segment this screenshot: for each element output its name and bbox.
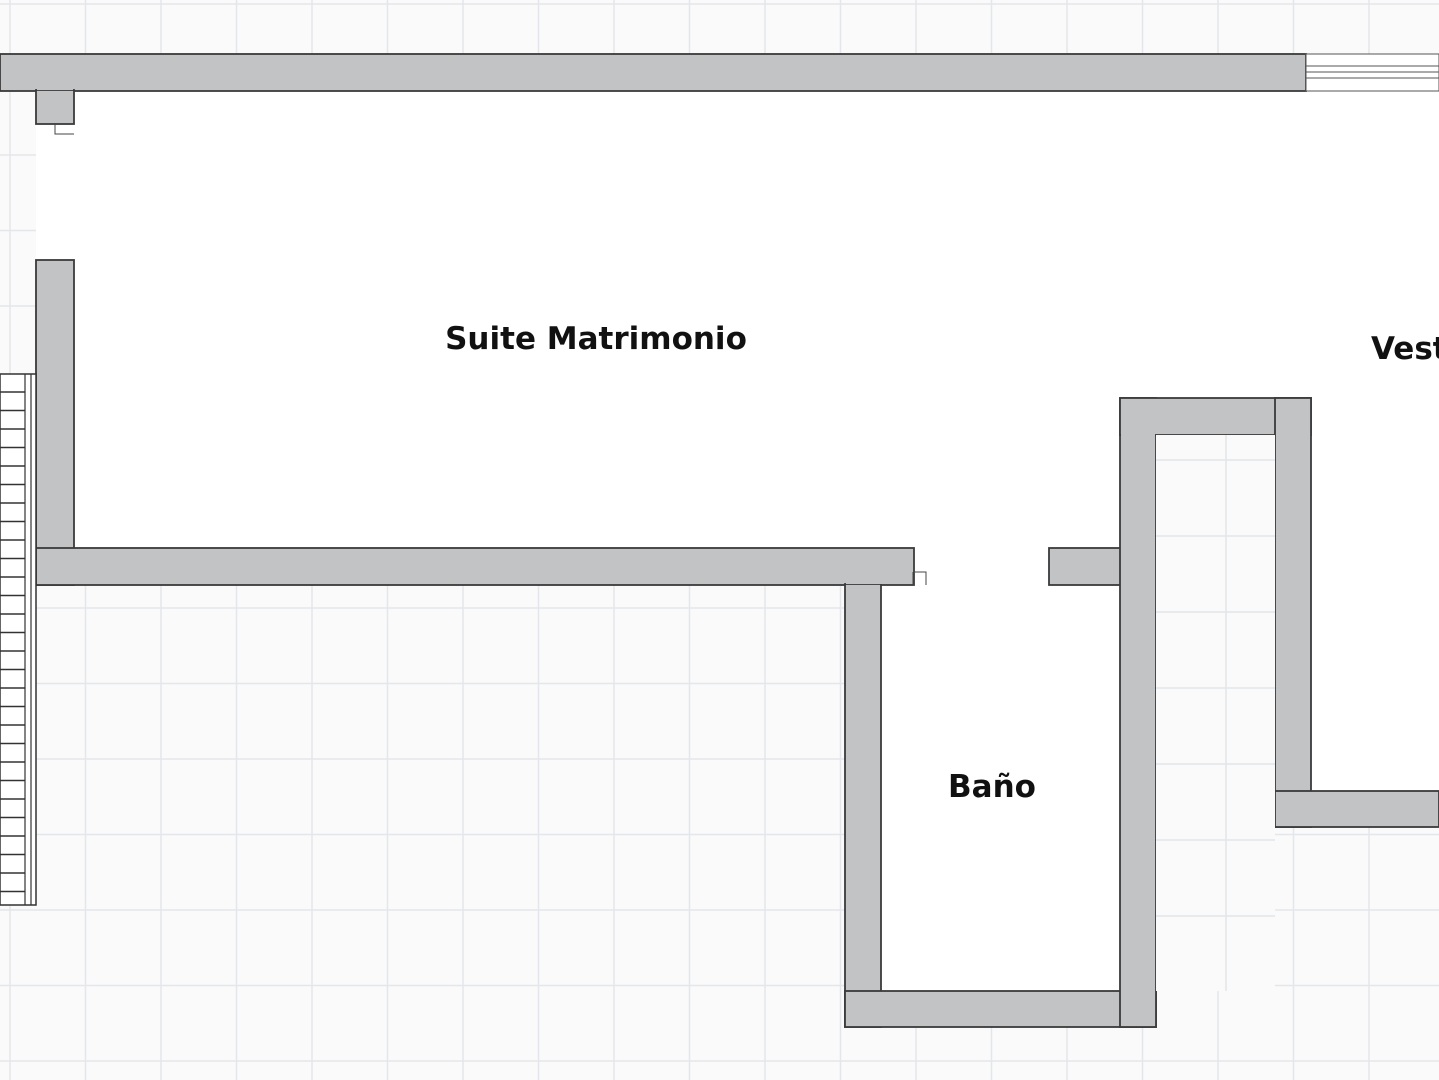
column-interior [1156,435,1275,991]
vestidor-floor [1310,90,1439,792]
wall-left [35,259,75,586]
wall-pillar-top-left [35,89,75,125]
room-label-vestidor: Vest [1371,331,1439,367]
room-label-suite: Suite Matrimonio [445,321,747,357]
wall-bano-top-right [1048,547,1122,586]
stairs-left [0,373,37,906]
bano-doorway-floor [913,548,1050,586]
wall-suite-bottom [35,547,915,586]
wall-top [0,53,1307,92]
wall-bano-bottom [844,990,1157,1028]
room-label-bano: Baño [948,769,1036,805]
wall-column-right [1274,397,1312,828]
window-top-right [1305,53,1439,92]
window-opening-left [36,125,74,260]
wall-bano-left [844,583,882,1028]
floor-plan: Suite Matrimonio Baño Vest [0,0,1439,1080]
